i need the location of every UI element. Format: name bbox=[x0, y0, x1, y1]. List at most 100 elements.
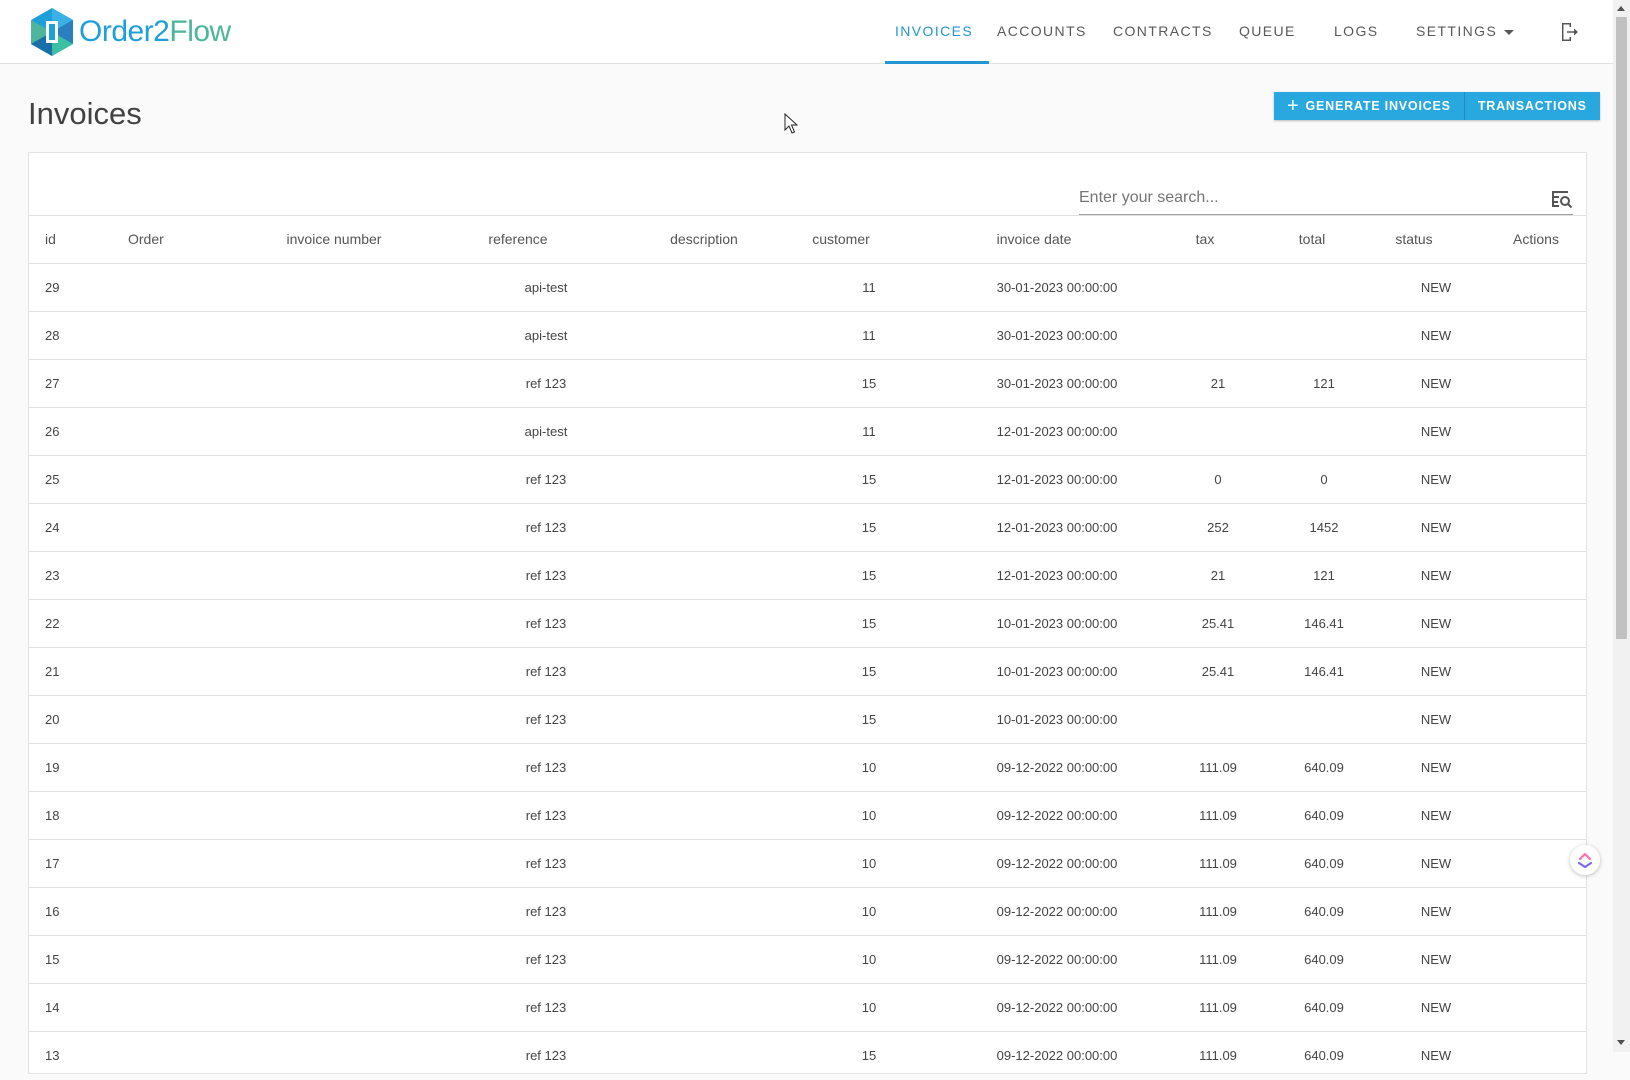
scroll-up-arrow-icon[interactable] bbox=[1617, 6, 1625, 11]
cell-invoice-date: 12-01-2023 00:00:00 bbox=[996, 424, 1118, 439]
clickup-widget-icon[interactable] bbox=[1570, 845, 1600, 875]
cell-total bbox=[1294, 696, 1354, 743]
cell-invoice-date: 30-01-2023 00:00:00 bbox=[996, 280, 1118, 295]
column-header-order[interactable]: Order bbox=[128, 216, 164, 263]
cell-invoice-number bbox=[265, 456, 403, 503]
cell-tax: 21 bbox=[1210, 568, 1226, 583]
table-row[interactable]: 23 ref 123 15 12-01-2023 00:00:00 21 121 NEW bbox=[29, 551, 1586, 600]
table-row[interactable]: 16 ref 123 10 09-12-2022 00:00:00 111.09 640.… bbox=[29, 887, 1586, 936]
table-row[interactable]: 25 ref 123 15 12-01-2023 00:00:00 0 0 NEW bbox=[29, 455, 1586, 504]
logout-icon[interactable] bbox=[1558, 21, 1580, 48]
table-row[interactable]: 27 ref 123 15 30-01-2023 00:00:00 21 121 NEW bbox=[29, 359, 1586, 408]
cell-id: 21 bbox=[45, 664, 60, 679]
cell-reference: ref 123 bbox=[525, 1000, 567, 1015]
column-header-status[interactable]: status bbox=[1389, 216, 1439, 263]
table-row[interactable]: 19 ref 123 10 09-12-2022 00:00:00 111.09 640.… bbox=[29, 743, 1586, 792]
cell-customer: 11 bbox=[862, 328, 876, 343]
invoices-table-card: id Order invoice number reference descri… bbox=[28, 152, 1587, 1074]
table-row[interactable]: 17 ref 123 10 09-12-2022 00:00:00 111.09 640.… bbox=[29, 839, 1586, 888]
cell-description bbox=[637, 936, 771, 983]
table-header-row: id Order invoice number reference descri… bbox=[29, 215, 1586, 263]
nav-settings[interactable]: SETTINGS bbox=[1416, 0, 1515, 63]
cell-invoice-date: 09-12-2022 00:00:00 bbox=[996, 856, 1118, 871]
table-row[interactable]: 21 ref 123 15 10-01-2023 00:00:00 25.41 146.4… bbox=[29, 647, 1586, 696]
transactions-button[interactable]: TRANSACTIONS bbox=[1463, 92, 1600, 120]
search-input[interactable] bbox=[1079, 184, 1529, 212]
table-row[interactable]: 26 api-test 11 12-01-2023 00:00:00 NEW bbox=[29, 407, 1586, 456]
nav-accounts[interactable]: ACCOUNTS bbox=[997, 0, 1087, 63]
cell-description bbox=[637, 1032, 771, 1079]
cell-customer: 11 bbox=[862, 424, 876, 439]
cell-total: 640.09 bbox=[1304, 952, 1344, 967]
table-row[interactable]: 14 ref 123 10 09-12-2022 00:00:00 111.09 640.… bbox=[29, 983, 1586, 1032]
cell-invoice-date: 09-12-2022 00:00:00 bbox=[996, 1000, 1118, 1015]
cell-id: 20 bbox=[45, 712, 60, 727]
generate-invoices-button[interactable]: + GENERATE INVOICES bbox=[1274, 92, 1464, 120]
cell-total: 640.09 bbox=[1304, 1048, 1344, 1063]
cell-customer: 15 bbox=[861, 472, 877, 487]
cell-reference: ref 123 bbox=[525, 856, 567, 871]
table-row[interactable]: 20 ref 123 15 10-01-2023 00:00:00 NEW bbox=[29, 695, 1586, 744]
cell-customer: 15 bbox=[861, 1048, 877, 1063]
cell-status: NEW bbox=[1420, 904, 1452, 919]
column-header-customer[interactable]: customer bbox=[795, 216, 887, 263]
cell-customer: 15 bbox=[861, 520, 877, 535]
cell-customer: 11 bbox=[862, 280, 876, 295]
cell-id: 29 bbox=[45, 280, 60, 295]
table-row[interactable]: 28 api-test 11 30-01-2023 00:00:00 NEW bbox=[29, 311, 1586, 360]
plus-icon: + bbox=[1287, 95, 1300, 117]
cell-invoice-date: 09-12-2022 00:00:00 bbox=[996, 808, 1118, 823]
nav-queue[interactable]: QUEUE bbox=[1239, 0, 1296, 63]
page-scrollbar[interactable] bbox=[1613, 0, 1630, 1052]
cell-reference: ref 123 bbox=[525, 712, 567, 727]
cell-description bbox=[637, 888, 771, 935]
cell-invoice-date: 09-12-2022 00:00:00 bbox=[996, 760, 1118, 775]
cell-total: 121 bbox=[1313, 376, 1335, 391]
column-header-description[interactable]: description bbox=[637, 216, 771, 263]
cell-total: 0 bbox=[1320, 472, 1328, 487]
nav-contracts[interactable]: CONTRACTS bbox=[1113, 0, 1213, 63]
table-row[interactable]: 24 ref 123 15 12-01-2023 00:00:00 252 1452 NEW bbox=[29, 503, 1586, 552]
nav-invoices[interactable]: INVOICES bbox=[895, 0, 973, 63]
search-field bbox=[1079, 184, 1573, 215]
table-row[interactable]: 15 ref 123 10 09-12-2022 00:00:00 111.09 640.… bbox=[29, 935, 1586, 984]
column-header-reference[interactable]: reference bbox=[459, 216, 577, 263]
cell-total: 1452 bbox=[1309, 520, 1339, 535]
cell-customer: 10 bbox=[861, 1000, 877, 1015]
table-row[interactable]: 29 api-test 11 30-01-2023 00:00:00 NEW bbox=[29, 263, 1586, 312]
scrollbar-thumb[interactable] bbox=[1616, 17, 1627, 639]
cell-tax: 111.09 bbox=[1199, 952, 1237, 967]
cell-total: 640.09 bbox=[1304, 808, 1344, 823]
cell-reference: api-test bbox=[524, 328, 568, 343]
scroll-down-arrow-icon[interactable] bbox=[1617, 1040, 1625, 1045]
table-row[interactable]: 18 ref 123 10 09-12-2022 00:00:00 111.09 640.… bbox=[29, 791, 1586, 840]
cell-invoice-date: 12-01-2023 00:00:00 bbox=[996, 568, 1118, 583]
cell-description bbox=[637, 552, 771, 599]
cell-invoice-date: 09-12-2022 00:00:00 bbox=[996, 904, 1118, 919]
cell-id: 17 bbox=[45, 856, 60, 871]
cell-invoice-number bbox=[265, 888, 403, 935]
cell-total: 146.41 bbox=[1304, 616, 1344, 631]
column-header-total[interactable]: total bbox=[1282, 216, 1342, 263]
cell-invoice-number bbox=[265, 936, 403, 983]
search-table-icon[interactable] bbox=[1551, 189, 1573, 214]
column-header-tax[interactable]: tax bbox=[1175, 216, 1235, 263]
brand-logo[interactable]: Order2Flow bbox=[29, 6, 231, 58]
column-header-invoice-date[interactable]: invoice date bbox=[959, 216, 1109, 263]
cell-customer: 10 bbox=[861, 856, 877, 871]
table-row[interactable]: 22 ref 123 15 10-01-2023 00:00:00 25.41 146.4… bbox=[29, 599, 1586, 648]
table-row[interactable]: 13 ref 123 15 09-12-2022 00:00:00 111.09 640.… bbox=[29, 1031, 1586, 1080]
top-navigation-bar: Order2Flow INVOICES ACCOUNTS CONTRACTS Q… bbox=[0, 0, 1613, 64]
nav-logs[interactable]: LOGS bbox=[1334, 0, 1379, 63]
cell-invoice-number bbox=[265, 1032, 403, 1079]
cell-invoice-number bbox=[265, 792, 403, 839]
cell-reference: ref 123 bbox=[525, 568, 567, 583]
cell-status: NEW bbox=[1420, 328, 1452, 343]
cell-reference: ref 123 bbox=[525, 808, 567, 823]
cell-invoice-date: 10-01-2023 00:00:00 bbox=[996, 616, 1118, 631]
column-header-id[interactable]: id bbox=[45, 216, 56, 263]
cell-reference: ref 123 bbox=[525, 616, 567, 631]
cell-status: NEW bbox=[1420, 1048, 1452, 1063]
mouse-cursor-icon bbox=[784, 113, 798, 134]
column-header-invoice-number[interactable]: invoice number bbox=[265, 216, 403, 263]
